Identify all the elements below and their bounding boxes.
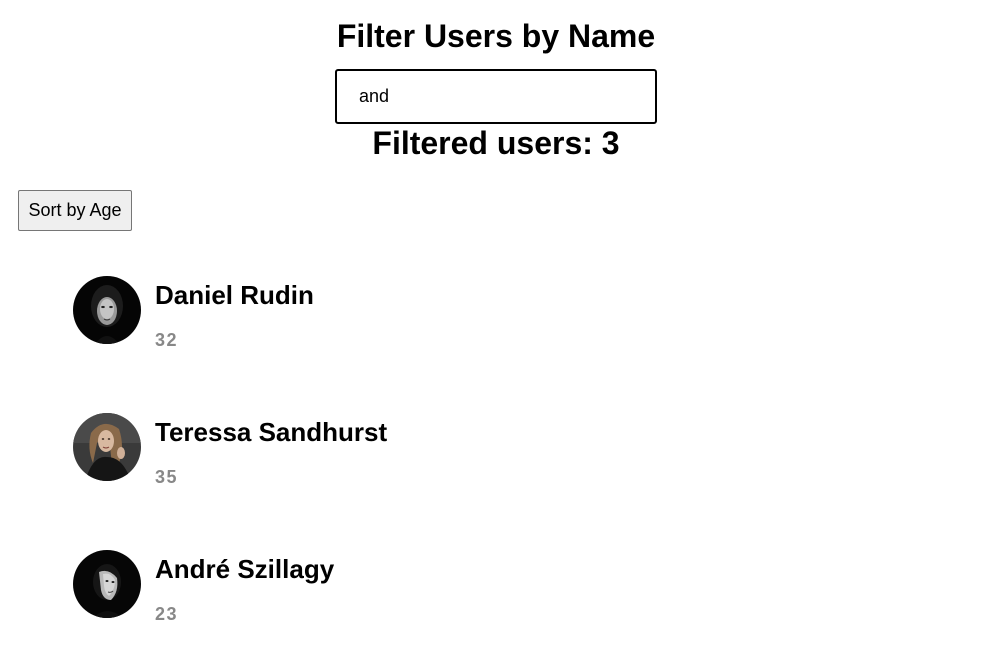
page: Filter Users by Name Filtered users: 3 S… [0,0,990,667]
user-name: André Szillagy [155,554,335,584]
sort-by-age-button[interactable]: Sort by Age [18,190,132,231]
list-item: Daniel Rudin 32 [73,275,673,412]
portrait-avatar-icon [73,276,141,344]
avatar [73,276,141,344]
user-age: 32 [155,330,179,350]
user-age: 35 [155,467,179,487]
user-name: Teressa Sandhurst [155,417,388,447]
filtered-count: Filtered users: 3 [372,125,620,161]
user-name: Daniel Rudin [155,280,314,310]
page-title: Filter Users by Name [336,18,656,54]
user-age: 23 [155,604,179,624]
portrait-avatar-icon [73,550,141,618]
avatar [73,413,141,481]
avatar [73,550,141,618]
search-input[interactable] [335,69,657,124]
list-item: André Szillagy 23 [73,549,673,667]
user-list: Daniel Rudin 32 Teressa Sandhurst 35 And… [73,275,673,667]
list-item: Teressa Sandhurst 35 [73,412,673,549]
portrait-avatar-icon [73,413,141,481]
